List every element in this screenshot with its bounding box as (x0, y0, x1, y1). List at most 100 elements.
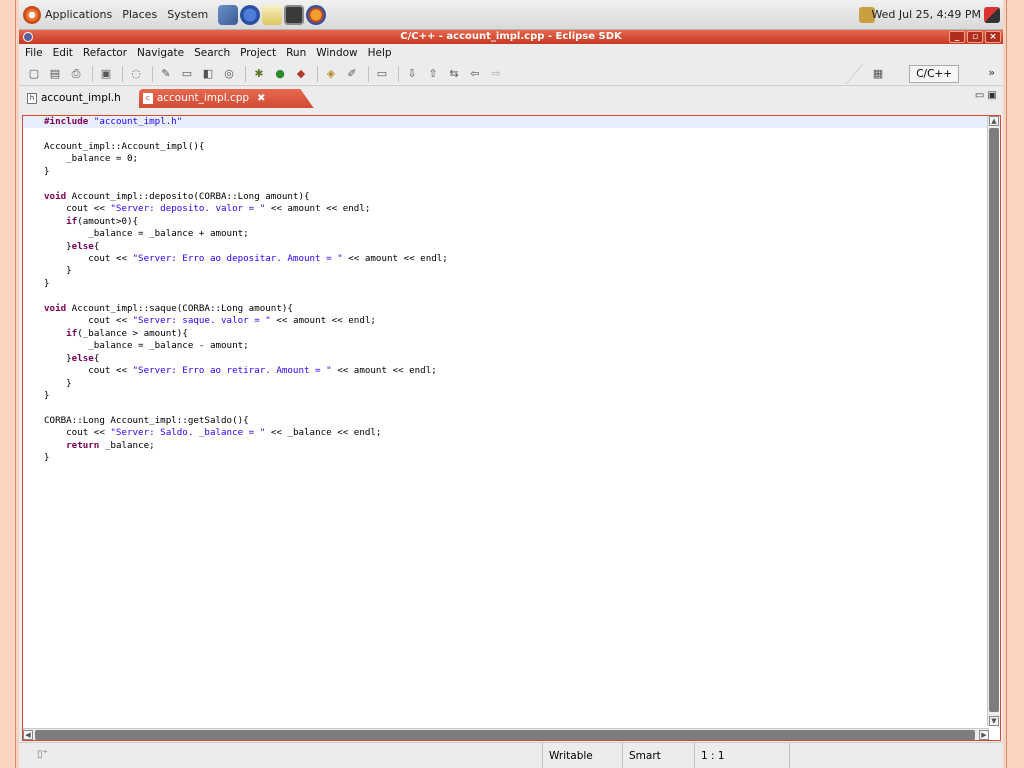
vertical-scroll-thumb[interactable] (989, 128, 999, 712)
code-line[interactable]: _balance = _balance + amount; (44, 228, 448, 240)
code-line[interactable]: ​ (44, 290, 448, 302)
menu-search[interactable]: Search (194, 47, 230, 59)
menu-window[interactable]: Window (316, 47, 357, 59)
scroll-right-icon[interactable]: ▶ (979, 730, 989, 740)
maximize-button[interactable]: ▫ (967, 31, 983, 43)
new-class-icon[interactable]: ◧ (199, 66, 217, 82)
perspective-cpp-button[interactable]: C/C++ (909, 65, 959, 83)
last-edit-location-icon[interactable]: ⇆ (445, 66, 463, 82)
fast-view-icon[interactable]: ▯⁺ (37, 749, 48, 760)
open-perspective-icon[interactable]: ▦ (871, 67, 885, 81)
editor-launcher-icon[interactable] (262, 4, 283, 25)
eclipse-window-icon[interactable] (23, 32, 33, 42)
firefox-launcher-icon[interactable] (306, 4, 327, 25)
vertical-scrollbar[interactable]: ▲ ▼ (987, 116, 999, 726)
code-text[interactable]: #include "account_impl.h"​Account_impl::… (23, 116, 448, 465)
browser-launcher-icon[interactable] (240, 4, 261, 25)
tab-account-impl-h[interactable]: h account_impl.h (23, 89, 129, 108)
desktop-screen: Applications Places System Wed Jul 25, 4… (19, 0, 1003, 768)
open-type-icon[interactable]: ◈ (322, 66, 340, 82)
menu-help[interactable]: Help (368, 47, 392, 59)
code-line[interactable]: cout << "Server: deposito. valor = " << … (44, 203, 448, 215)
code-line[interactable]: cout << "Server: Erro ao retirar. Amount… (44, 365, 448, 377)
search-icon[interactable]: ✐ (343, 66, 361, 82)
scroll-left-icon[interactable]: ◀ (23, 730, 33, 740)
code-line[interactable]: _balance = _balance - amount; (44, 340, 448, 352)
panel-menu-places[interactable]: Places (122, 8, 157, 21)
history-icon[interactable]: ◌ (127, 66, 145, 82)
back-icon[interactable]: ⇦ (466, 66, 484, 82)
menu-run[interactable]: Run (286, 47, 306, 59)
previous-annotation-icon[interactable]: ⇧ (424, 66, 442, 82)
forward-icon[interactable]: ⇨ (487, 66, 505, 82)
code-line[interactable]: ​ (44, 402, 448, 414)
code-line[interactable]: void Account_impl::deposito(CORBA::Long … (44, 191, 448, 203)
page-edge-left (15, 0, 16, 768)
panel-clock[interactable]: Wed Jul 25, 4:49 PM (871, 8, 981, 21)
code-line[interactable]: if(amount>0){ (44, 216, 448, 228)
code-line[interactable]: _balance = 0; (44, 153, 448, 165)
external-tools-icon[interactable]: ◆ (292, 66, 310, 82)
debug-icon[interactable]: ✱ (250, 66, 268, 82)
code-editor[interactable]: #include "account_impl.h"​Account_impl::… (22, 115, 1001, 741)
menu-project[interactable]: Project (240, 47, 276, 59)
header-file-icon: h (27, 93, 37, 104)
code-line[interactable]: }else{ (44, 353, 448, 365)
terminal-launcher-icon[interactable] (284, 4, 305, 25)
minimize-button[interactable]: _ (949, 31, 965, 43)
print-icon[interactable]: ⎙ (67, 66, 85, 82)
code-line[interactable]: } (44, 166, 448, 178)
code-line[interactable]: } (44, 378, 448, 390)
panel-menu-system[interactable]: System (167, 8, 208, 21)
logout-icon[interactable] (984, 6, 1000, 23)
code-line[interactable]: void Account_impl::saque(CORBA::Long amo… (44, 303, 448, 315)
code-line[interactable]: cout << "Server: saque. valor = " << amo… (44, 315, 448, 327)
network-launcher-icon[interactable] (218, 4, 239, 25)
code-line[interactable]: }else{ (44, 241, 448, 253)
tab-account-impl-cpp[interactable]: c account_impl.cpp ✖ (138, 89, 294, 108)
code-line[interactable]: } (44, 452, 448, 464)
code-line[interactable]: cout << "Server: Saldo. _balance = " << … (44, 427, 448, 439)
menu-file[interactable]: File (25, 47, 43, 59)
close-window-button[interactable]: × (985, 31, 1001, 43)
horizontal-scroll-thumb[interactable] (35, 730, 975, 740)
window-titlebar[interactable]: C/C++ - account_impl.cpp - Eclipse SDK _… (19, 30, 1003, 44)
toolbar-more-button[interactable]: » (988, 66, 995, 79)
code-line[interactable]: ​ (44, 178, 448, 190)
menu-refactor[interactable]: Refactor (83, 47, 127, 59)
tab-label: account_impl.cpp (156, 92, 250, 104)
code-line[interactable]: CORBA::Long Account_impl::getSaldo(){ (44, 415, 448, 427)
new-file-icon[interactable]: ▢ (25, 66, 43, 82)
code-line[interactable]: } (44, 278, 448, 290)
new-folder-icon[interactable]: ▭ (178, 66, 196, 82)
menu-edit[interactable]: Edit (53, 47, 73, 59)
close-icon[interactable]: ✖ (257, 89, 265, 108)
toolbar-separator (92, 65, 93, 82)
code-line[interactable]: cout << "Server: Erro ao depositar. Amou… (44, 253, 448, 265)
build-icon[interactable]: ▣ (97, 66, 115, 82)
window-title: C/C++ - account_impl.cpp - Eclipse SDK (400, 31, 622, 42)
new-source-icon[interactable]: ◎ (220, 66, 238, 82)
scroll-up-icon[interactable]: ▲ (989, 116, 999, 126)
code-line[interactable]: return _balance; (44, 440, 448, 452)
toolbar-separator (152, 65, 153, 82)
code-line[interactable]: } (44, 390, 448, 402)
horizontal-scrollbar[interactable]: ◀ ▶ (23, 728, 989, 740)
status-empty (789, 743, 796, 768)
next-annotation-icon[interactable]: ⇩ (403, 66, 421, 82)
menu-navigate[interactable]: Navigate (137, 47, 184, 59)
code-line[interactable]: #include "account_impl.h" (44, 116, 448, 128)
panel-menu-applications[interactable]: Applications (45, 8, 112, 21)
code-line[interactable]: ​ (44, 128, 448, 140)
code-line[interactable]: } (44, 265, 448, 277)
ubuntu-logo-icon[interactable] (23, 5, 41, 24)
minimize-maximize-icon[interactable]: ▭ ▣ (975, 90, 997, 101)
save-icon[interactable]: ▤ (46, 66, 64, 82)
code-line[interactable]: if(_balance > amount){ (44, 328, 448, 340)
toolbar-separator (245, 65, 246, 82)
run-icon[interactable]: ● (271, 66, 289, 82)
scroll-down-icon[interactable]: ▼ (989, 716, 999, 726)
code-line[interactable]: Account_impl::Account_impl(){ (44, 141, 448, 153)
new-project-icon[interactable]: ✎ (157, 66, 175, 82)
open-console-icon[interactable]: ▭ (373, 66, 391, 82)
